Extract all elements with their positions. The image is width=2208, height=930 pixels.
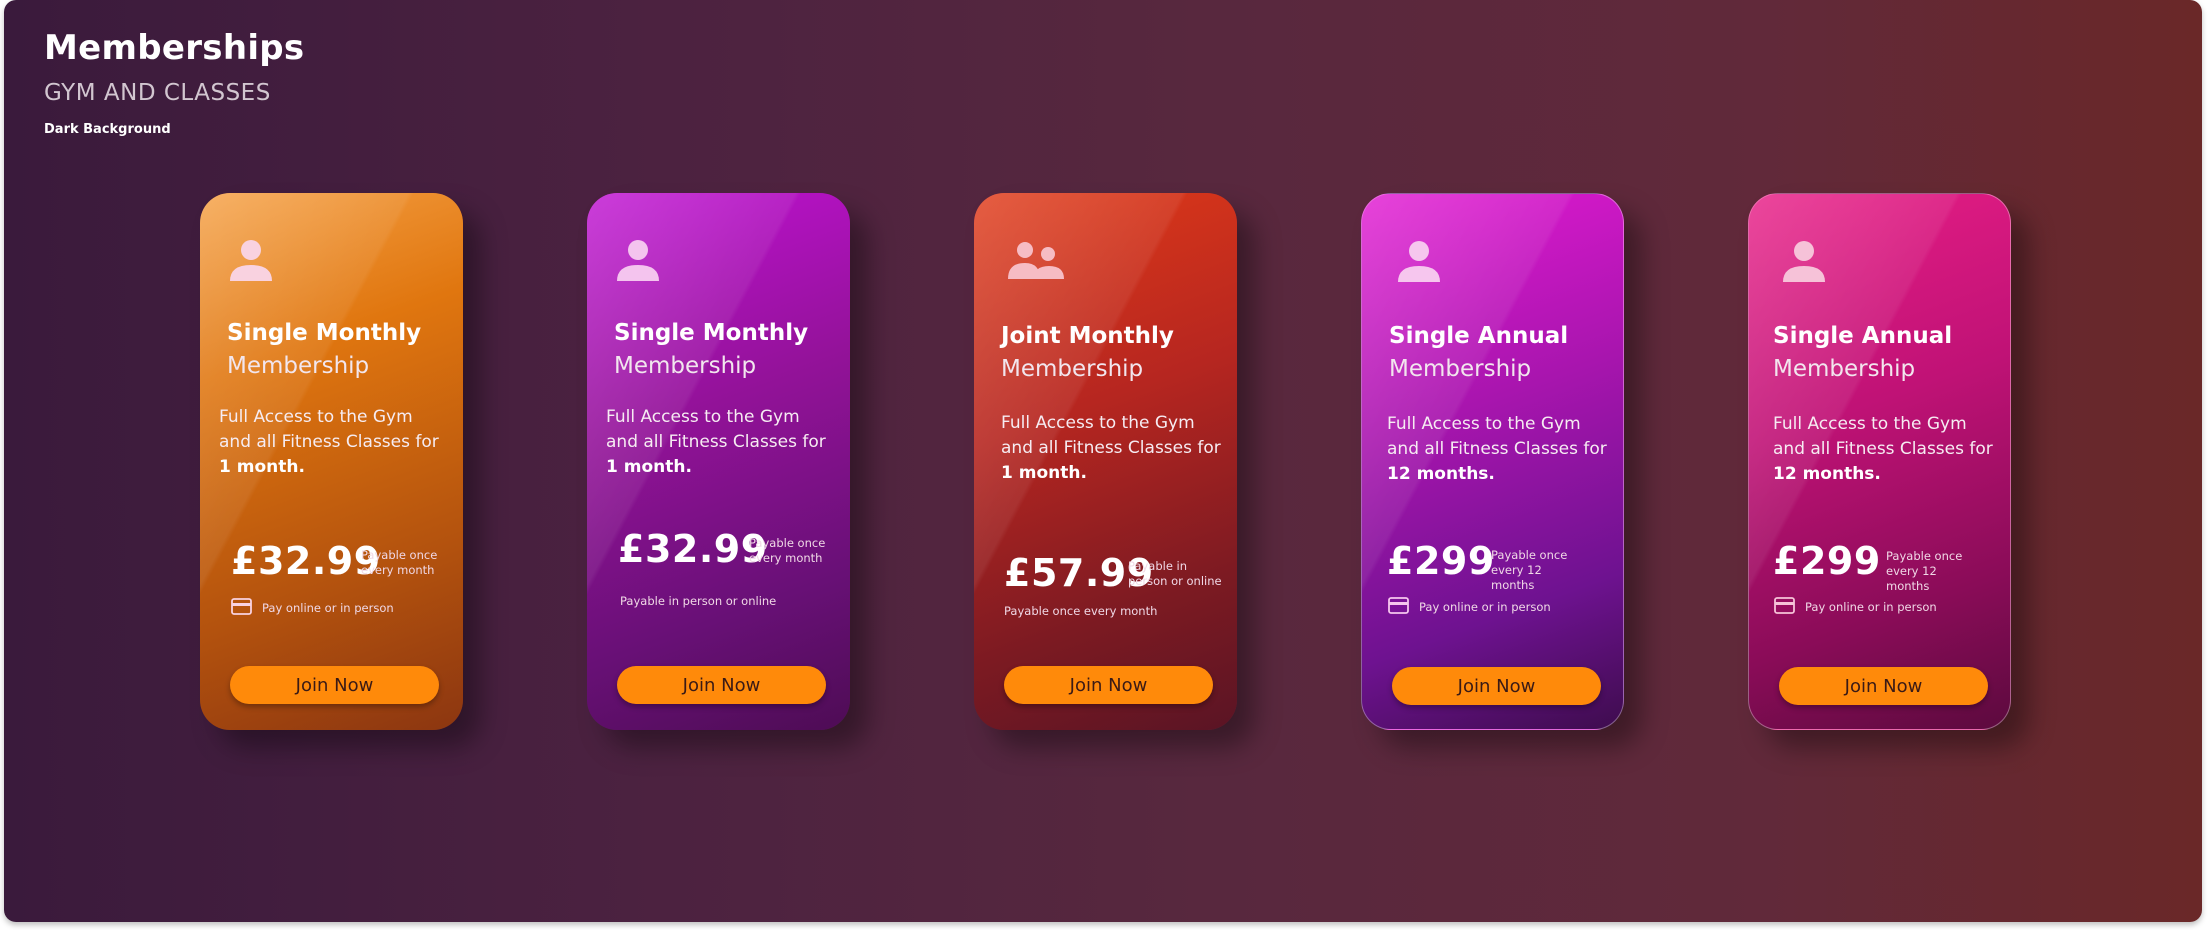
plan-name: Single Monthly Membership — [614, 317, 808, 383]
plan-name: Single Monthly Membership — [227, 317, 421, 383]
person-icon — [1396, 238, 1442, 288]
membership-card-joint-monthly: Joint Monthly Membership Full Access to … — [974, 193, 1237, 730]
join-now-button[interactable]: Join Now — [617, 666, 826, 704]
payment-text: Payable once every month — [1004, 604, 1158, 618]
person-icon — [1781, 238, 1827, 288]
credit-card-icon — [231, 598, 252, 618]
person-icon — [615, 237, 661, 287]
payment-text: Pay online or in person — [1805, 600, 1937, 614]
plan-name-light: Membership — [1001, 356, 1144, 382]
plan-name-bold: Single Monthly — [614, 320, 809, 346]
plan-name: Joint Monthly Membership — [1001, 320, 1174, 386]
person-icon — [228, 237, 274, 287]
plan-duration: 12 months. — [1387, 464, 1495, 484]
plan-duration: 1 month. — [219, 457, 305, 477]
payment-method: Pay online or in person — [231, 598, 394, 618]
plan-name: Single Annual Membership — [1773, 320, 1952, 386]
plan-name-bold: Single Annual — [1389, 323, 1569, 349]
join-now-button[interactable]: Join Now — [230, 666, 439, 704]
payment-text: Payable in person or online — [620, 594, 777, 608]
join-now-button[interactable]: Join Now — [1779, 667, 1988, 705]
price: £299 — [1387, 539, 1495, 583]
join-now-button[interactable]: Join Now — [1392, 667, 1601, 705]
plan-name-light: Membership — [614, 353, 757, 379]
plan-name: Single Annual Membership — [1389, 320, 1568, 386]
price-note: Payable once every 12 months — [1491, 548, 1568, 592]
payment-text: Pay online or in person — [1419, 600, 1551, 614]
payment-method: Pay online or in person — [1388, 597, 1551, 617]
membership-card-single-monthly: Single Monthly Membership Full Access to… — [200, 193, 463, 730]
page-note: Dark Background — [44, 122, 171, 137]
plan-duration: 1 month. — [606, 457, 692, 477]
plan-name-bold: Single Monthly — [227, 320, 422, 346]
plan-duration: 1 month. — [1001, 463, 1087, 483]
plan-description: Full Access to the Gym and all Fitness C… — [1773, 414, 1993, 484]
plan-name-light: Membership — [227, 353, 370, 379]
plan-description: Full Access to the Gym and all Fitness C… — [606, 407, 826, 477]
page-heading: Memberships GYM AND CLASSES Dark Backgro… — [44, 28, 304, 137]
plan-duration: 12 months. — [1773, 464, 1881, 484]
price-note: Payable once every month — [361, 548, 438, 577]
credit-card-icon — [1388, 597, 1409, 617]
page-title: Memberships — [44, 28, 305, 68]
plan-name-light: Membership — [1389, 356, 1532, 382]
plan-description: Full Access to the Gym and all Fitness C… — [219, 407, 439, 477]
price-note: Payable once every month — [749, 536, 826, 565]
membership-card-single-annual-2: Single Annual Membership Full Access to … — [1748, 193, 2011, 730]
plan-name-light: Membership — [1773, 356, 1916, 382]
price-note: Payable once every 12 months — [1886, 549, 1963, 593]
membership-card-single-monthly-2: Single Monthly Membership Full Access to… — [587, 193, 850, 730]
plan-description: Full Access to the Gym and all Fitness C… — [1387, 414, 1607, 484]
price: £32.99 — [231, 539, 381, 583]
membership-card-single-annual: Single Annual Membership Full Access to … — [1361, 193, 1624, 730]
plan-name-bold: Single Annual — [1773, 323, 1953, 349]
payment-text: Pay online or in person — [262, 601, 394, 615]
plan-name-bold: Joint Monthly — [1001, 323, 1174, 349]
credit-card-icon — [1774, 597, 1795, 617]
payment-method: Pay online or in person — [1774, 597, 1937, 617]
price-note: Payable in person or online — [1128, 559, 1222, 588]
page-subtitle: GYM AND CLASSES — [44, 80, 271, 106]
price: £299 — [1773, 539, 1881, 583]
plan-description: Full Access to the Gym and all Fitness C… — [1001, 413, 1221, 483]
people-icon — [1008, 237, 1066, 287]
page-frame: Memberships GYM AND CLASSES Dark Backgro… — [4, 0, 2202, 922]
join-now-button[interactable]: Join Now — [1004, 666, 1213, 704]
price: £32.99 — [618, 527, 768, 571]
